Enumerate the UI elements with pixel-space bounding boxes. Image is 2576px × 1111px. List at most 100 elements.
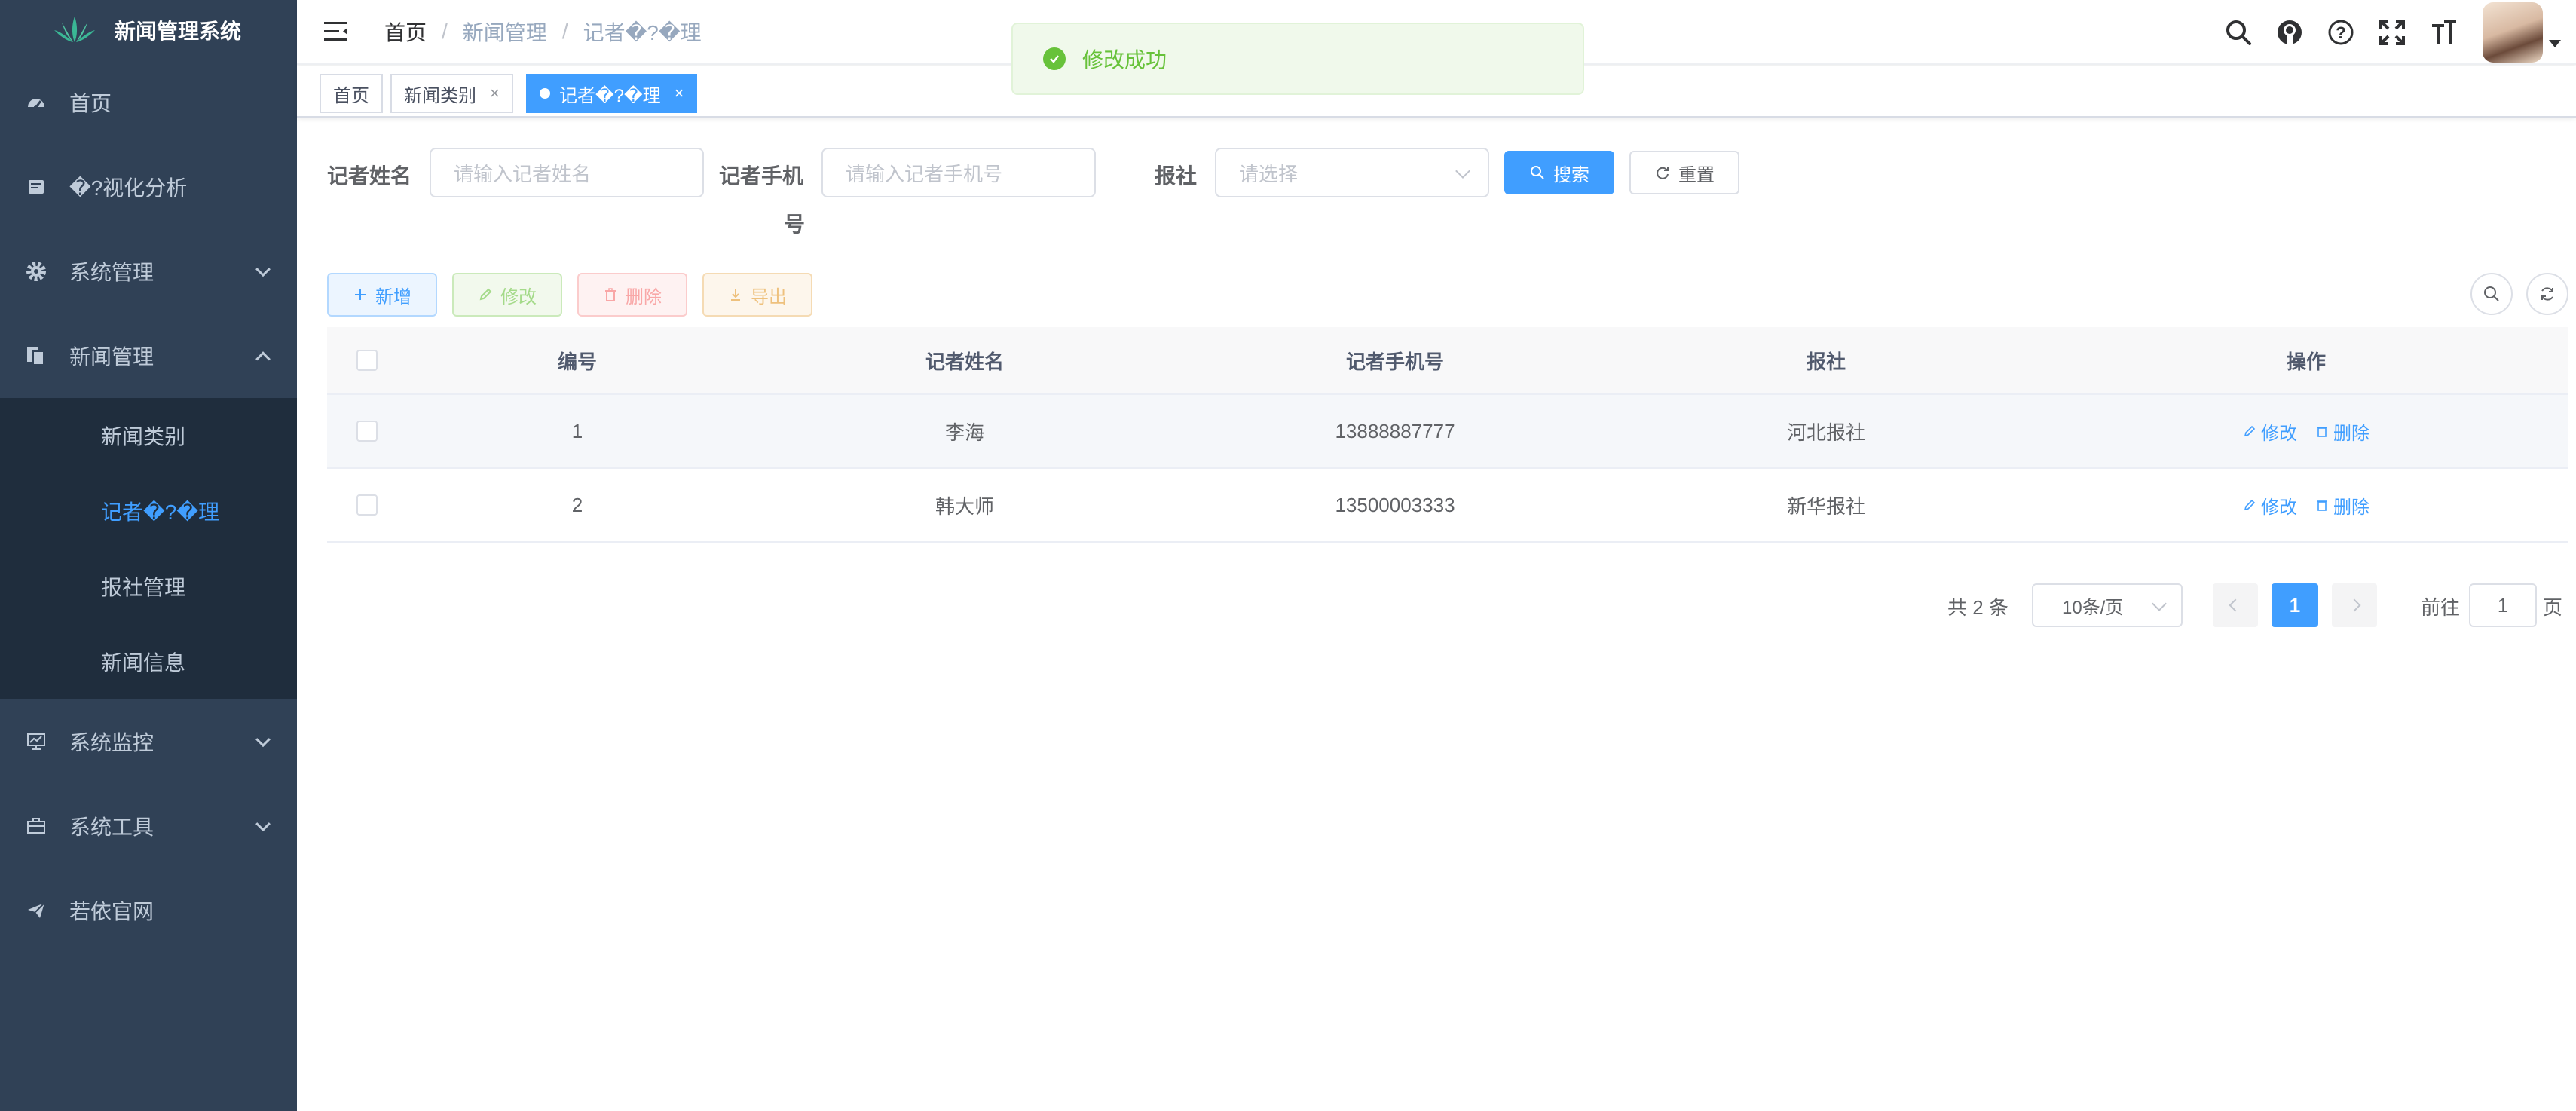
add-button-label: 新增 [375, 286, 411, 308]
sidebar-item-visual-analysis[interactable]: �?视化分析 [0, 145, 297, 229]
edit-icon [2244, 499, 2256, 511]
select-all-checkbox[interactable] [356, 350, 378, 371]
chart-icon [24, 175, 48, 199]
trash-icon [2317, 427, 2327, 437]
cell-operations: 修改 删除 [2044, 418, 2568, 445]
sidebar-item-label: 系统工具 [69, 816, 154, 839]
row-edit-link[interactable]: 修改 [2243, 492, 2297, 519]
toolbox-icon [24, 814, 48, 838]
row-delete-link[interactable]: 删除 [2315, 492, 2369, 519]
github-icon[interactable] [2275, 17, 2305, 47]
header-actions: ? [2223, 0, 2561, 65]
select-all-cell [327, 350, 407, 371]
tag-news-category[interactable]: 新闻类别 × [390, 74, 513, 113]
search-icon [2484, 286, 2499, 301]
tag-label: 新闻类别 [404, 85, 476, 106]
cell-phone: 13888887777 [1335, 419, 1455, 442]
breadcrumb-separator: / [561, 20, 568, 43]
close-icon[interactable]: × [490, 84, 500, 103]
sidebar-item-label: �?视化分析 [69, 176, 188, 200]
close-icon[interactable]: × [675, 84, 684, 103]
sidebar-item-label: 首页 [69, 92, 112, 115]
chevron-down-icon [2152, 596, 2167, 611]
row-edit-label: 修改 [2261, 423, 2297, 444]
export-button[interactable]: 导出 [702, 273, 812, 317]
chevron-down-icon [255, 262, 271, 277]
delete-button[interactable]: 删除 [577, 273, 687, 317]
cell-name: 韩大师 [935, 494, 994, 518]
caret-down-icon[interactable] [2549, 40, 2561, 47]
row-checkbox[interactable] [356, 494, 378, 516]
chevron-down-icon [255, 816, 271, 832]
sidebar-item-system-monitor[interactable]: 系统监控 [0, 699, 297, 784]
help-icon[interactable]: ? [2326, 17, 2356, 47]
tag-reporter-management[interactable]: 记者�?�理 × [526, 74, 698, 113]
toast-message: 修改成功 [1082, 48, 1167, 72]
submenu-item-reporter-management[interactable]: 记者�?�理 [0, 473, 297, 549]
breadcrumb-item[interactable]: 首页 [384, 17, 427, 47]
sidebar-item-system-management[interactable]: 系统管理 [0, 229, 297, 314]
trash-icon [603, 287, 618, 302]
table-row[interactable]: 1 李海 13888887777 河北报社 修改 删除 [327, 395, 2568, 469]
sidebar-item-news-management[interactable]: 新闻管理 [0, 314, 297, 398]
reporter-phone-label-wrap: 号 [784, 213, 806, 236]
cell-id: 2 [571, 493, 583, 516]
prev-page-button[interactable] [2213, 583, 2258, 627]
tag-label: 记者�?�理 [559, 85, 661, 106]
row-edit-link[interactable]: 修改 [2243, 418, 2297, 445]
submenu-item-news-category[interactable]: 新闻类别 [0, 398, 297, 473]
row-check-cell [327, 494, 407, 516]
goto-label: 前往 [2421, 596, 2461, 619]
edit-button-label: 修改 [500, 286, 537, 308]
row-checkbox[interactable] [356, 421, 378, 442]
download-icon [728, 287, 743, 302]
hamburger-icon[interactable] [323, 18, 350, 45]
sidebar-item-home[interactable]: 首页 [0, 60, 297, 145]
toggle-search-button[interactable] [2470, 273, 2513, 315]
submenu-item-newspaper-management[interactable]: 报社管理 [0, 549, 297, 624]
sidebar-item-ruoyi-site[interactable]: 若依官网 [0, 868, 297, 953]
sidebar-item-system-tools[interactable]: 系统工具 [0, 784, 297, 868]
gear-icon [24, 259, 48, 283]
tag-home[interactable]: 首页 [320, 74, 383, 113]
search-button[interactable]: 搜索 [1504, 151, 1614, 194]
table-row[interactable]: 2 韩大师 13500003333 新华报社 修改 删除 [327, 469, 2568, 543]
page-size-select[interactable]: 10条/页 [2032, 583, 2183, 627]
page-number-current[interactable]: 1 [2272, 583, 2318, 627]
edit-icon [2244, 425, 2256, 437]
newspaper-select[interactable]: 请选择 [1215, 148, 1489, 197]
edit-button[interactable]: 修改 [452, 273, 562, 317]
trash-icon [2317, 500, 2327, 511]
add-button[interactable]: 新增 [327, 273, 437, 317]
tag-label: 首页 [333, 85, 369, 106]
submenu-item-news-info[interactable]: 新闻信息 [0, 624, 297, 699]
logo[interactable]: 新闻管理系统 [0, 0, 297, 60]
delete-button-label: 删除 [626, 286, 662, 308]
row-check-cell [327, 421, 407, 442]
search-icon [1529, 164, 1546, 181]
breadcrumb-item: 新闻管理 [462, 21, 547, 44]
next-page-button[interactable] [2332, 583, 2377, 627]
search-icon[interactable] [2223, 17, 2253, 47]
reporter-name-label: 记者姓名 [327, 164, 412, 188]
avatar[interactable] [2483, 2, 2543, 63]
cell-newspaper: 新华报社 [1786, 494, 1865, 518]
column-header: 记者手机号 [1345, 350, 1444, 373]
reporter-name-input[interactable]: 请输入记者姓名 [430, 148, 704, 197]
font-size-icon[interactable] [2428, 17, 2458, 47]
row-delete-link[interactable]: 删除 [2315, 418, 2369, 445]
breadcrumb: 首页 / 新闻管理 / 记者�?�理 [384, 17, 702, 47]
refresh-icon [1654, 164, 1671, 181]
breadcrumb-item: 记者�?�理 [583, 21, 702, 44]
column-header: 报社 [1806, 350, 1846, 373]
sidebar-item-label: 新闻管理 [69, 345, 154, 369]
refresh-table-button[interactable] [2526, 273, 2568, 315]
chevron-left-icon [2229, 598, 2242, 612]
goto-page-input[interactable]: 1 [2469, 583, 2537, 627]
chevron-down-icon [1455, 164, 1470, 179]
fullscreen-icon[interactable] [2377, 17, 2407, 47]
reset-button[interactable]: 重置 [1629, 151, 1739, 194]
reporter-phone-input[interactable]: 请输入记者手机号 [821, 148, 1096, 197]
row-delete-label: 删除 [2333, 497, 2369, 518]
cell-id: 1 [571, 419, 583, 442]
